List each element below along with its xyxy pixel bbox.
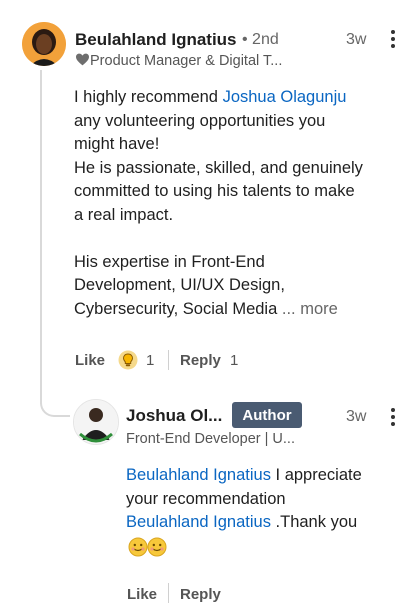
thread-line [40, 70, 42, 404]
comment-timestamp: 3w [346, 31, 367, 48]
comment-line: His expertise in Front-End [74, 252, 265, 271]
comment-line: He is passionate, skilled, and genuinely [74, 158, 363, 177]
line-text: I highly recommend [74, 88, 223, 106]
connection-degree: • 2nd [242, 31, 279, 48]
user-photo-icon [74, 400, 118, 444]
reply-author-name[interactable]: Joshua Ol... [126, 406, 222, 426]
comment-author-name[interactable]: Beulahland Ignatius [75, 30, 237, 50]
like-button[interactable]: Like [75, 352, 105, 369]
more-options-icon[interactable] [391, 408, 395, 429]
comment-line: Development, UI/UX Design, [74, 276, 285, 294]
user-photo-icon [22, 22, 66, 66]
comment-line: I highly recommend Joshua Olagunju [74, 86, 404, 110]
avatar[interactable] [73, 399, 119, 445]
comment-line: might have! [74, 135, 160, 153]
comment-line: committed to using his talents to make [74, 182, 355, 200]
comment-line: Cybersecurity, Social Media ... more [74, 298, 404, 322]
author-badge: Author [232, 402, 302, 428]
reply-button[interactable]: Reply [180, 352, 221, 369]
reply-line: Beulahland Ignatius .Thank you [126, 511, 406, 535]
comment-author-headline: Product Manager & Digital T... [75, 53, 282, 69]
smiling-face-icon [128, 537, 167, 557]
divider [168, 350, 169, 370]
reply-line: your recommendation [126, 489, 286, 508]
heart-icon [76, 53, 89, 66]
more-options-icon[interactable] [391, 30, 395, 51]
emoji-group [128, 537, 168, 557]
line-text: I appreciate [270, 466, 362, 484]
reply-count[interactable]: 1 [230, 352, 238, 369]
reply-timestamp: 3w [346, 408, 367, 425]
headline-text: Product Manager & Digital T... [90, 53, 283, 69]
reply-author-headline: Front-End Developer | U... [126, 431, 295, 447]
reply-body: Beulahland Ignatius I appreciate your re… [126, 464, 406, 535]
line-text: Cybersecurity, Social Media [74, 299, 278, 318]
reply-button[interactable]: Reply [180, 586, 221, 603]
thread-connector [40, 385, 70, 417]
avatar[interactable] [22, 22, 66, 66]
mention-link[interactable]: Beulahland Ignatius [126, 513, 271, 531]
reply-line: Beulahland Ignatius I appreciate [126, 464, 406, 488]
line-text: .Thank you [270, 513, 358, 531]
like-button[interactable]: Like [127, 586, 157, 603]
reaction-count[interactable]: 1 [146, 352, 154, 369]
comment-line: any volunteering opportunities you [74, 111, 326, 130]
insightful-bulb-icon[interactable] [118, 350, 138, 370]
comment-line: a real impact. [74, 205, 174, 224]
see-more-link[interactable]: ... more [282, 300, 338, 318]
divider [168, 583, 169, 603]
mention-link[interactable]: Beulahland Ignatius [126, 466, 271, 484]
mention-link[interactable]: Joshua Olagunju [223, 88, 347, 106]
comment-body: I highly recommend Joshua Olagunju any v… [74, 86, 404, 321]
